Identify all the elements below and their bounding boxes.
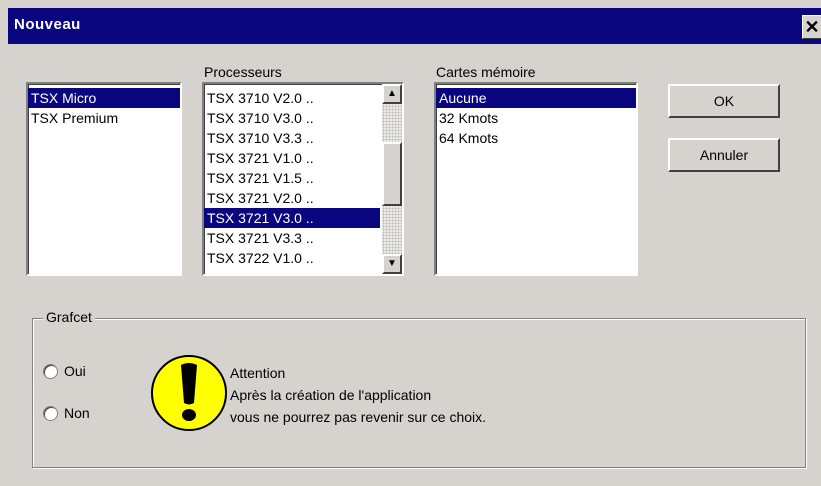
- scroll-up-arrow-icon[interactable]: ▲: [382, 84, 402, 104]
- memory-card-item[interactable]: Aucune: [436, 88, 636, 108]
- processor-item[interactable]: TSX 3721 V1.0 ..: [204, 148, 380, 168]
- warning-line: Après la création de l'application: [230, 387, 432, 403]
- title-bar: Nouveau ✕: [8, 8, 821, 44]
- type-list[interactable]: TSX Micro TSX Premium: [26, 82, 182, 276]
- grafcet-group: Grafcet Oui Non Attention Après la créat…: [32, 309, 806, 468]
- memory-card-item[interactable]: 64 Kmots: [436, 128, 636, 148]
- radio-oui[interactable]: Oui: [43, 361, 86, 381]
- radio-non-button[interactable]: [43, 405, 58, 421]
- radio-non-label: Non: [64, 405, 90, 421]
- memory-cards-label: Cartes mémoire: [436, 64, 536, 80]
- type-list-item[interactable]: TSX Premium: [28, 108, 180, 128]
- scroll-down-arrow-icon[interactable]: ▼: [382, 254, 402, 274]
- cancel-button[interactable]: Annuler: [668, 138, 780, 172]
- radio-oui-button[interactable]: [43, 363, 58, 379]
- processor-item[interactable]: TSX 3721 V3.3 ..: [204, 228, 380, 248]
- type-list-item[interactable]: TSX Micro: [28, 88, 180, 108]
- processor-item[interactable]: TSX 3710 V3.3 ..: [204, 128, 380, 148]
- processor-list[interactable]: TSX 3710 V2.0 .. TSX 3710 V3.0 .. TSX 37…: [202, 82, 404, 276]
- processors-label: Processeurs: [204, 64, 282, 80]
- radio-oui-label: Oui: [64, 363, 86, 379]
- processor-scrollbar[interactable]: ▲ ▼: [382, 84, 402, 274]
- close-button[interactable]: ✕: [802, 15, 821, 39]
- processor-item[interactable]: TSX 3721 V3.0 ..: [204, 208, 380, 228]
- dialog-window: Nouveau ✕ TSX Micro TSX Premium Processe…: [0, 0, 821, 486]
- memory-card-list[interactable]: Aucune 32 Kmots 64 Kmots: [434, 82, 638, 276]
- scroll-thumb[interactable]: [382, 142, 402, 206]
- processor-item[interactable]: TSX 3721 V2.0 ..: [204, 188, 380, 208]
- ok-button[interactable]: OK: [668, 84, 780, 118]
- radio-non[interactable]: Non: [43, 403, 90, 423]
- processor-item[interactable]: TSX 3710 V3.0 ..: [204, 108, 380, 128]
- grafcet-group-title: Grafcet: [43, 309, 95, 325]
- dialog-title: Nouveau: [14, 16, 81, 33]
- processor-item[interactable]: TSX 3722 V1.0 ..: [204, 248, 380, 268]
- memory-card-item[interactable]: 32 Kmots: [436, 108, 636, 128]
- warning-icon: [151, 355, 227, 431]
- warning-title: Attention: [230, 365, 286, 381]
- processor-item[interactable]: TSX 3721 V1.5 ..: [204, 168, 380, 188]
- processor-item[interactable]: TSX 3710 V2.0 ..: [204, 88, 380, 108]
- warning-line: vous ne pourrez pas revenir sur ce choix…: [230, 409, 487, 425]
